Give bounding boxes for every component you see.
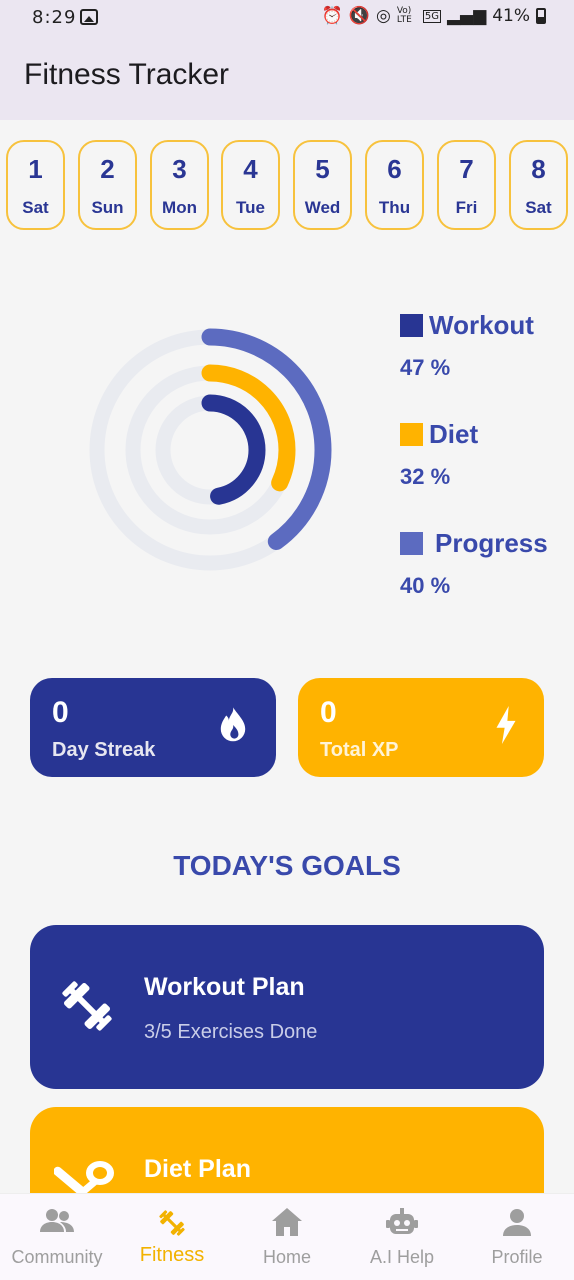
- day-streak-label: Day Streak: [52, 739, 156, 761]
- hotspot-icon: ◎: [376, 6, 391, 26]
- total-xp-label: Total XP: [320, 739, 399, 761]
- nav-label: Profile: [491, 1247, 543, 1267]
- day-number: 6: [387, 154, 402, 184]
- nav-label: A.I Help: [369, 1247, 435, 1267]
- day-number: 1: [28, 154, 43, 184]
- bolt-icon: [494, 706, 518, 749]
- nav-community[interactable]: Community: [0, 1194, 114, 1280]
- dumbbell-icon: [155, 1206, 189, 1245]
- legend-label-progress: Progress: [435, 528, 548, 558]
- day-chip[interactable]: 2 Sun: [78, 140, 137, 230]
- network-label: Vo) LTE: [396, 6, 412, 25]
- total-xp-card[interactable]: 0 Total XP: [298, 678, 544, 777]
- workout-plan-card[interactable]: Workout Plan 3/5 Exercises Done: [30, 925, 544, 1089]
- mute-icon: 🔇: [348, 6, 370, 26]
- nav-home[interactable]: Home: [230, 1194, 344, 1280]
- nav-ai-help[interactable]: A.I Help: [345, 1194, 459, 1280]
- diet-plan-title: Diet Plan: [144, 1155, 251, 1183]
- day-chip[interactable]: 7 Fri: [437, 140, 496, 230]
- dumbbell-icon: [54, 973, 120, 1044]
- legend-label-workout: Workout: [429, 310, 534, 340]
- legend-pct-progress: 40 %: [400, 573, 451, 598]
- day-number: 7: [459, 154, 474, 184]
- day-number: 8: [531, 154, 546, 184]
- legend-swatch-diet: [400, 423, 423, 446]
- day-chip[interactable]: 1 Sat: [6, 140, 65, 230]
- workout-plan-subtitle: 3/5 Exercises Done: [144, 1021, 318, 1043]
- day-streak-card[interactable]: 0 Day Streak: [30, 678, 276, 777]
- day-name: Sun: [91, 198, 124, 217]
- nav-fitness[interactable]: Fitness: [115, 1194, 229, 1280]
- day-number: 3: [172, 154, 187, 184]
- activity-rings-section: Workout 47 % Diet 32 % Progress 40 %: [0, 280, 574, 620]
- day-name: Tue: [236, 198, 265, 217]
- day-name: Fri: [455, 198, 478, 217]
- day-name: Wed: [304, 198, 341, 217]
- day-selector: 1 Sat 2 Sun 3 Mon 4 Tue 5 Wed 6 Thu 7 Fri 8 Sat: [6, 140, 574, 230]
- legend-pct-diet: 32 %: [400, 464, 451, 489]
- battery-icon: [536, 8, 546, 24]
- legend-label-diet: Diet: [429, 419, 479, 449]
- day-streak-value: 0: [52, 696, 69, 729]
- bottom-nav: Community Fitness Home A.I Help Profile: [0, 1193, 574, 1280]
- legend-swatch-workout: [400, 314, 423, 337]
- day-chip[interactable]: 5 Wed: [293, 140, 352, 230]
- day-name: Mon: [162, 198, 197, 217]
- robot-icon: [386, 1208, 418, 1243]
- goals-heading: TODAY'S GOALS: [173, 850, 401, 881]
- legend-pct-workout: 47 %: [400, 355, 451, 380]
- status-bar: 8:29 ⏰ 🔇 ◎ Vo) LTE 5G ▂▄▆ 41%: [0, 0, 574, 36]
- day-name: Sat: [525, 198, 552, 217]
- day-chip[interactable]: 3 Mon: [150, 140, 209, 230]
- person-icon: [503, 1208, 531, 1241]
- activity-rings: [88, 328, 332, 572]
- battery-text: 41%: [492, 6, 530, 26]
- day-number: 2: [100, 154, 115, 184]
- nav-label: Home: [262, 1247, 311, 1267]
- day-name: Thu: [378, 198, 411, 217]
- total-xp-value: 0: [320, 696, 337, 729]
- page-title: Fitness Tracker: [24, 58, 230, 91]
- home-icon: [272, 1208, 302, 1241]
- day-name: Sat: [22, 198, 49, 217]
- day-number: 4: [243, 154, 258, 184]
- nav-profile[interactable]: Profile: [460, 1194, 574, 1280]
- status-icons: ⏰ 🔇 ◎ Vo) LTE 5G ▂▄▆ 41%: [322, 6, 546, 26]
- day-chip[interactable]: 6 Thu: [365, 140, 424, 230]
- signal-label: 5G: [422, 9, 441, 23]
- fire-icon: [216, 706, 250, 749]
- signal-icon: ▂▄▆: [446, 6, 487, 26]
- app-bar: Fitness Tracker: [0, 36, 574, 120]
- day-chip[interactable]: 4 Tue: [221, 140, 280, 230]
- nav-label: Community: [11, 1247, 103, 1267]
- legend-swatch-progress: [400, 532, 423, 555]
- people-icon: [40, 1208, 74, 1239]
- gallery-icon: [80, 9, 98, 25]
- status-time: 8:29: [32, 7, 77, 28]
- day-number: 5: [315, 154, 330, 184]
- alarm-icon: ⏰: [321, 6, 343, 26]
- workout-plan-title: Workout Plan: [144, 973, 305, 1001]
- day-chip[interactable]: 8 Sat: [509, 140, 568, 230]
- nav-label: Fitness: [139, 1244, 205, 1266]
